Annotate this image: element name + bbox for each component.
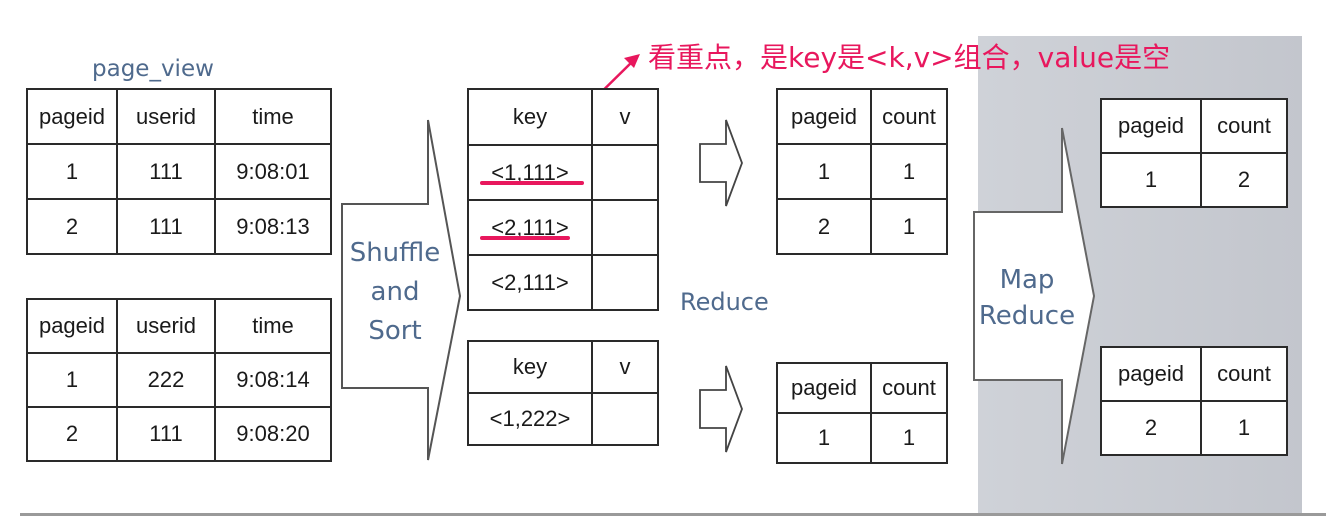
table-cell: 2 [1100, 400, 1202, 456]
header-cell: pageid [1100, 98, 1202, 154]
mapreduce-label: Map Reduce [972, 262, 1082, 334]
result-table-1: pageid count 1 2 [1100, 98, 1288, 208]
result-table-2: pageid count 2 1 [1100, 346, 1288, 456]
table-cell: 1 [1100, 152, 1202, 208]
header-cell: count [1200, 346, 1288, 402]
table-cell: 1 [1200, 400, 1288, 456]
mapreduce-label-line: Map [999, 265, 1055, 295]
header-cell: pageid [1100, 346, 1202, 402]
table-cell: 2 [1200, 152, 1288, 208]
mapreduce-label-line: Reduce [978, 301, 1076, 331]
header-cell: count [1200, 98, 1288, 154]
